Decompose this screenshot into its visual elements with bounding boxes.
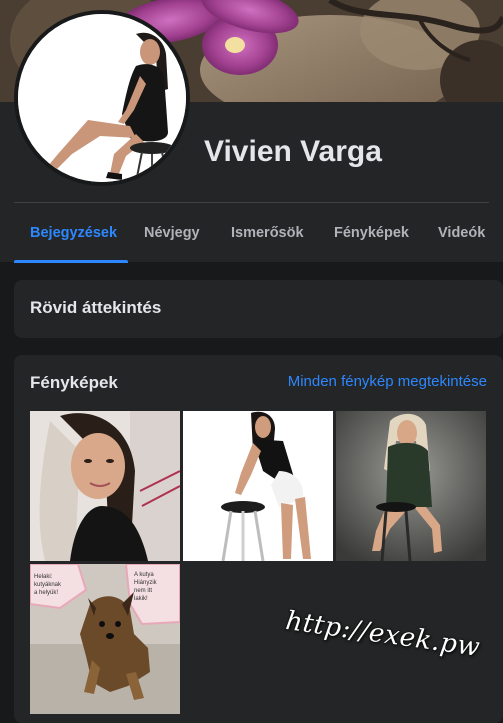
svg-text:Hiányzik: Hiányzik [134,580,158,586]
photos-title: Fényképek [30,373,118,392]
photo-thumbnail[interactable] [336,411,486,561]
photo-thumbnail[interactable]: Helaki: kutyáknak a helyük! A kutya Hián… [30,564,180,714]
svg-text:lakik!: lakik! [134,596,148,602]
profile-tabs: Bejegyzések Névjegy Ismerősök Fényképek … [14,203,503,263]
tab-photos[interactable]: Fényképek [334,203,409,263]
svg-text:nem itt: nem itt [134,588,152,594]
svg-text:Helaki:: Helaki: [34,574,53,580]
photo-thumbnail[interactable] [30,411,180,561]
tab-posts[interactable]: Bejegyzések [30,203,117,263]
profile-page: Vivien Varga Bejegyzések Névjegy Ismerős… [0,0,503,723]
tab-friends[interactable]: Ismerősök [231,203,304,263]
profile-name: Vivien Varga [204,135,382,168]
photos-card: Fényképek Minden fénykép megtekintése He… [14,355,503,723]
intro-card: Rövid áttekintés [14,280,503,338]
tab-about[interactable]: Névjegy [144,203,200,263]
svg-text:kutyáknak: kutyáknak [34,582,62,588]
see-all-photos-link[interactable]: Minden fénykép megtekintése [288,373,487,390]
profile-avatar[interactable] [14,10,190,186]
svg-text:A kutya: A kutya [134,572,154,578]
tab-videos[interactable]: Videók [438,203,485,263]
intro-title: Rövid áttekintés [30,298,162,317]
photo-thumbnail[interactable] [183,411,333,561]
active-tab-indicator [14,260,128,263]
svg-text:a helyük!: a helyük! [34,590,58,596]
